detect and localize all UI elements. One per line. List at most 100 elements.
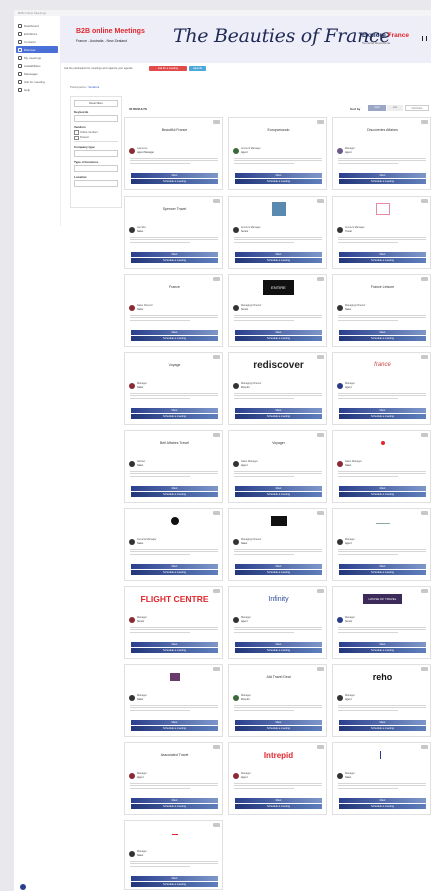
vendor-card[interactable]: Account Manager Senior Meet Schedule a meet… <box>228 196 327 269</box>
schedule-meeting-button[interactable]: Schedule a meeting <box>235 258 322 263</box>
vendor-card[interactable]: Manager Agent Meet Schedule a meeting <box>332 508 431 581</box>
schedule-meeting-button[interactable]: Schedule a meeting <box>235 492 322 497</box>
schedule-meeting-button[interactable]: Schedule a meeting <box>131 726 218 731</box>
meet-button[interactable]: Meet <box>339 252 426 257</box>
ask-meeting-button[interactable]: Ask for a meeting <box>149 66 187 71</box>
vendor-card[interactable]: Manager Sales Meet Schedule a meeting <box>124 664 223 737</box>
meet-button[interactable]: Meet <box>131 642 218 647</box>
vendor-card[interactable]: Europamundo Account Manager Agent Meet Sched… <box>228 117 327 190</box>
vendor-card[interactable]: HOUSE OF TRAVEL Manager Senior Meet Schedule… <box>332 586 431 659</box>
schedule-meeting-button[interactable]: Schedule a meeting <box>235 570 322 575</box>
vendor-card[interactable]: Spencer Travel Jennifer Sales Meet Schedule … <box>124 196 223 269</box>
vendor-card[interactable]: Associated Travel Manager Agent Meet Schedul… <box>124 742 223 815</box>
sidebar-item[interactable]: Dashboard <box>16 22 58 29</box>
schedule-meeting-button[interactable]: Schedule a meeting <box>131 336 218 341</box>
vendor-card[interactable]: FLIGHT CENTRE Manager Senior Meet Schedule a… <box>124 586 223 659</box>
chat-bubble-icon[interactable] <box>20 884 26 890</box>
schedule-meeting-button[interactable]: Schedule a meeting <box>339 570 426 575</box>
schedule-meeting-button[interactable]: Schedule a meeting <box>235 414 322 419</box>
schedule-meeting-button[interactable]: Schedule a meeting <box>339 179 426 184</box>
sidebar-item[interactable]: Contacts <box>16 38 58 45</box>
sidebar-item[interactable]: Availabilities <box>16 62 58 69</box>
meet-button[interactable]: Meet <box>339 720 426 725</box>
schedule-meeting-button[interactable]: Schedule a meeting <box>235 804 322 809</box>
schedule-meeting-button[interactable]: Schedule a meeting <box>131 492 218 497</box>
meet-button[interactable]: Meet <box>235 642 322 647</box>
business-type-select[interactable] <box>74 164 118 172</box>
sidebar-item[interactable]: Exhibitors <box>16 30 58 37</box>
meet-button[interactable]: Meet <box>131 330 218 335</box>
checkbox-icon[interactable] <box>74 130 79 135</box>
favorites-button[interactable]: Favorites <box>405 105 429 111</box>
keywords-input[interactable] <box>74 115 118 122</box>
schedule-meeting-button[interactable]: Schedule a meeting <box>339 648 426 653</box>
schedule-meeting-button[interactable]: Schedule a meeting <box>131 648 218 653</box>
vendor-card[interactable]: Sales Manager Sales Meet Schedule a meeting <box>332 430 431 503</box>
meet-button[interactable]: Meet <box>235 173 322 178</box>
view-grid-button[interactable]: Grid <box>368 105 386 111</box>
schedule-meeting-button[interactable]: Schedule a meeting <box>235 648 322 653</box>
vendor-card[interactable]: Manager Sales Meet Schedule a meeting <box>332 742 431 815</box>
schedule-meeting-button[interactable]: Schedule a meeting <box>131 179 218 184</box>
meet-button[interactable]: Meet <box>235 252 322 257</box>
vendor-card[interactable]: Managing Director Sales Meet Schedule a mee… <box>228 508 327 581</box>
schedule-meeting-button[interactable]: Schedule a meeting <box>131 882 218 887</box>
meet-button[interactable]: Meet <box>339 642 426 647</box>
schedule-meeting-button[interactable]: Schedule a meeting <box>339 726 426 731</box>
schedule-meeting-button[interactable]: Schedule a meeting <box>131 258 218 263</box>
vendor-card[interactable]: AIA Travel Deal Manager Director Meet Schedu… <box>228 664 327 737</box>
meet-button[interactable]: Meet <box>131 252 218 257</box>
meet-button[interactable]: Meet <box>131 798 218 803</box>
schedule-meeting-button[interactable]: Schedule a meeting <box>235 336 322 341</box>
schedule-meeting-button[interactable]: Schedule a meeting <box>131 414 218 419</box>
meet-button[interactable]: Meet <box>131 720 218 725</box>
meet-button[interactable]: Meet <box>131 564 218 569</box>
vendor-card[interactable]: Voyager Sales Manager Agent Meet Schedule a … <box>228 430 327 503</box>
sidebar-item[interactable]: Help <box>16 86 58 93</box>
meet-button[interactable]: Meet <box>235 330 322 335</box>
meet-button[interactable]: Meet <box>131 408 218 413</box>
meet-button[interactable]: Meet <box>339 486 426 491</box>
vendor-card[interactable]: General Manager Sales Meet Schedule a meeti… <box>124 508 223 581</box>
sidebar-item[interactable]: My meetings <box>16 54 58 61</box>
location-select[interactable] <box>74 179 118 187</box>
schedule-meeting-button[interactable]: Schedule a meeting <box>339 258 426 263</box>
meet-button[interactable]: Meet <box>339 798 426 803</box>
meet-button[interactable]: Meet <box>339 330 426 335</box>
meet-button[interactable]: Meet <box>235 564 322 569</box>
sidebar-item[interactable]: Discover <box>16 46 58 53</box>
checkbox-present[interactable]: Present <box>74 135 118 140</box>
sidebar-item[interactable]: Ask for meeting <box>16 78 58 85</box>
sidebar-item[interactable]: Messages <box>16 70 58 77</box>
vendor-card[interactable]: Discoveries Affaires Manager Agent Meet Sche… <box>332 117 431 190</box>
meet-button[interactable]: Meet <box>235 408 322 413</box>
reset-filters-button[interactable]: Reset filters <box>74 100 118 107</box>
vendor-card[interactable]: reho Manager Agent Meet Schedule a meeting <box>332 664 431 737</box>
schedule-meeting-button[interactable]: Schedule a meeting <box>339 336 426 341</box>
vendor-card[interactable]: ENTIRE Managing Director Senior Meet Schedul… <box>228 274 327 347</box>
breadcrumb-home[interactable]: Participants <box>70 85 86 89</box>
checkbox-online[interactable]: Online Vendors <box>74 130 118 135</box>
meet-button[interactable]: Meet <box>339 408 426 413</box>
view-list-button[interactable]: List <box>387 105 403 111</box>
meet-button[interactable]: Meet <box>131 876 218 881</box>
schedule-meeting-button[interactable]: Schedule a meeting <box>235 726 322 731</box>
meet-button[interactable]: Meet <box>235 720 322 725</box>
agenda-button[interactable]: Agenda <box>189 66 206 71</box>
checkbox-icon[interactable] <box>74 135 79 140</box>
meet-button[interactable]: Meet <box>235 486 322 491</box>
pause-icon[interactable] <box>422 36 427 41</box>
meet-button[interactable]: Meet <box>131 173 218 178</box>
vendor-card[interactable]: Bell Affaires Travel Adviser Sales Meet Sche… <box>124 430 223 503</box>
schedule-meeting-button[interactable]: Schedule a meeting <box>339 492 426 497</box>
meet-button[interactable]: Meet <box>339 564 426 569</box>
schedule-meeting-button[interactable]: Schedule a meeting <box>131 804 218 809</box>
meet-button[interactable]: Meet <box>235 798 322 803</box>
vendor-card[interactable]: rediscover Managing Director Director Meet S… <box>228 352 327 425</box>
schedule-meeting-button[interactable]: Schedule a meeting <box>339 414 426 419</box>
meet-button[interactable]: Meet <box>131 486 218 491</box>
schedule-meeting-button[interactable]: Schedule a meeting <box>235 179 322 184</box>
vendor-card[interactable]: Manager Sales Meet Schedule a meeting <box>124 820 223 890</box>
vendor-card[interactable]: France Sales Director Sales Meet Schedule a … <box>124 274 223 347</box>
vendor-card[interactable]: Intrepid Manager Agent Meet Schedule a meeti… <box>228 742 327 815</box>
